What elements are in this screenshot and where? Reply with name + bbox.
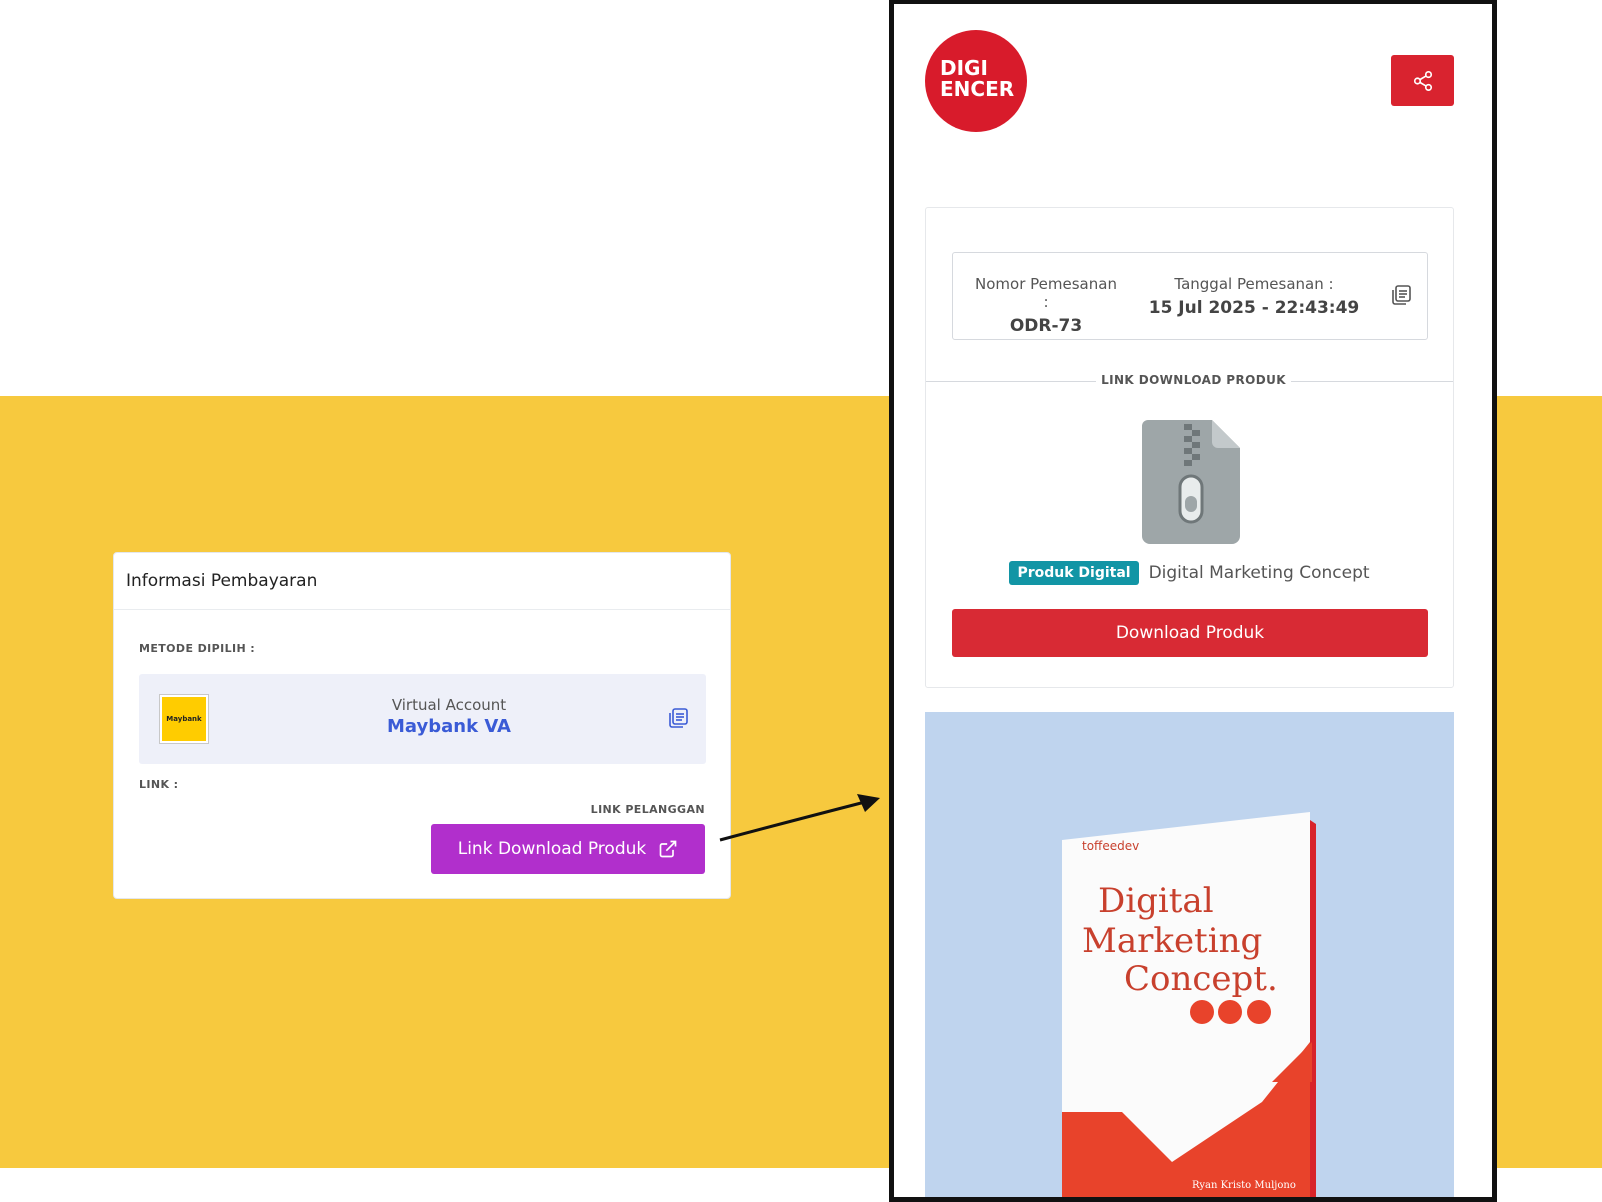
- brand-line2: ENCER: [940, 77, 1015, 101]
- method-name: Maybank VA: [387, 716, 511, 737]
- copy-icon[interactable]: [1389, 283, 1413, 307]
- order-date-value: 15 Jul 2025 - 22:43:49: [1148, 298, 1360, 318]
- share-icon: [1413, 70, 1432, 91]
- payment-info-card: Informasi Pembayaran METODE DIPILIH : Ma…: [113, 552, 731, 899]
- customer-link-label: LINK PELANGGAN: [590, 803, 705, 816]
- maybank-logo-text: Maybank: [162, 697, 206, 741]
- share-button[interactable]: [1391, 55, 1454, 106]
- download-product-button[interactable]: Download Produk: [952, 609, 1428, 657]
- order-date-column: Tanggal Pemesanan : 15 Jul 2025 - 22:43:…: [1148, 275, 1360, 318]
- brand-line1: DIGI: [940, 56, 988, 80]
- book-title-line3: Concept.: [1124, 959, 1278, 999]
- payment-card-header: Informasi Pembayaran: [114, 553, 730, 610]
- link-label: LINK :: [139, 778, 179, 791]
- book-author: Ryan Kristo Muljono: [1192, 1180, 1296, 1191]
- product-type-badge: Produk Digital: [1009, 561, 1139, 585]
- order-number-value: ODR-73: [1009, 316, 1083, 336]
- section-label: LINK DOWNLOAD PRODUK: [1096, 373, 1291, 387]
- book-title-line2: Marketing: [1082, 921, 1262, 961]
- pointer-arrow: [719, 794, 880, 842]
- order-card: Nomor Pemesanan : ODR-73 Tanggal Pemesan…: [925, 207, 1454, 688]
- book-title-line1: Digital: [1098, 881, 1214, 921]
- stage: Informasi Pembayaran METODE DIPILIH : Ma…: [0, 0, 1602, 1202]
- order-number-label: Nomor Pemesanan :: [975, 275, 1117, 311]
- product-row: Produk Digital Digital Marketing Concept: [926, 561, 1453, 585]
- book-publisher: toffeedev: [1082, 839, 1139, 853]
- link-download-product-label: Link Download Produk: [457, 839, 647, 859]
- payment-method-box: Maybank Virtual Account Maybank VA: [139, 674, 706, 764]
- product-image-panel: toffeedev Digital Marketing Concept. Rya…: [925, 712, 1454, 1197]
- payment-card-body: METODE DIPILIH : Maybank Virtual Account…: [114, 610, 730, 900]
- order-number-column: Nomor Pemesanan : ODR-73: [971, 275, 1121, 336]
- book-cover-image: toffeedev Digital Marketing Concept. Rya…: [1062, 812, 1316, 1197]
- method-type: Virtual Account: [391, 696, 507, 714]
- order-info-box: Nomor Pemesanan : ODR-73 Tanggal Pemesan…: [952, 252, 1428, 340]
- copy-icon[interactable]: [666, 706, 690, 730]
- digiencer-logo: DIGI ENCER: [925, 30, 1027, 132]
- link-download-product-button[interactable]: Link Download Produk: [431, 824, 705, 874]
- maybank-logo: Maybank: [159, 694, 209, 744]
- product-name: Digital Marketing Concept: [1148, 563, 1370, 583]
- method-label: METODE DIPILIH :: [139, 642, 256, 655]
- external-link-icon: [659, 840, 677, 858]
- method-text: Virtual Account Maybank VA: [319, 696, 579, 737]
- zip-file-icon: [1142, 420, 1240, 544]
- phone-preview: DIGI ENCER Nomor Pemesanan : ODR-73 Tang…: [889, 0, 1497, 1202]
- order-date-label: Tanggal Pemesanan :: [1174, 275, 1334, 293]
